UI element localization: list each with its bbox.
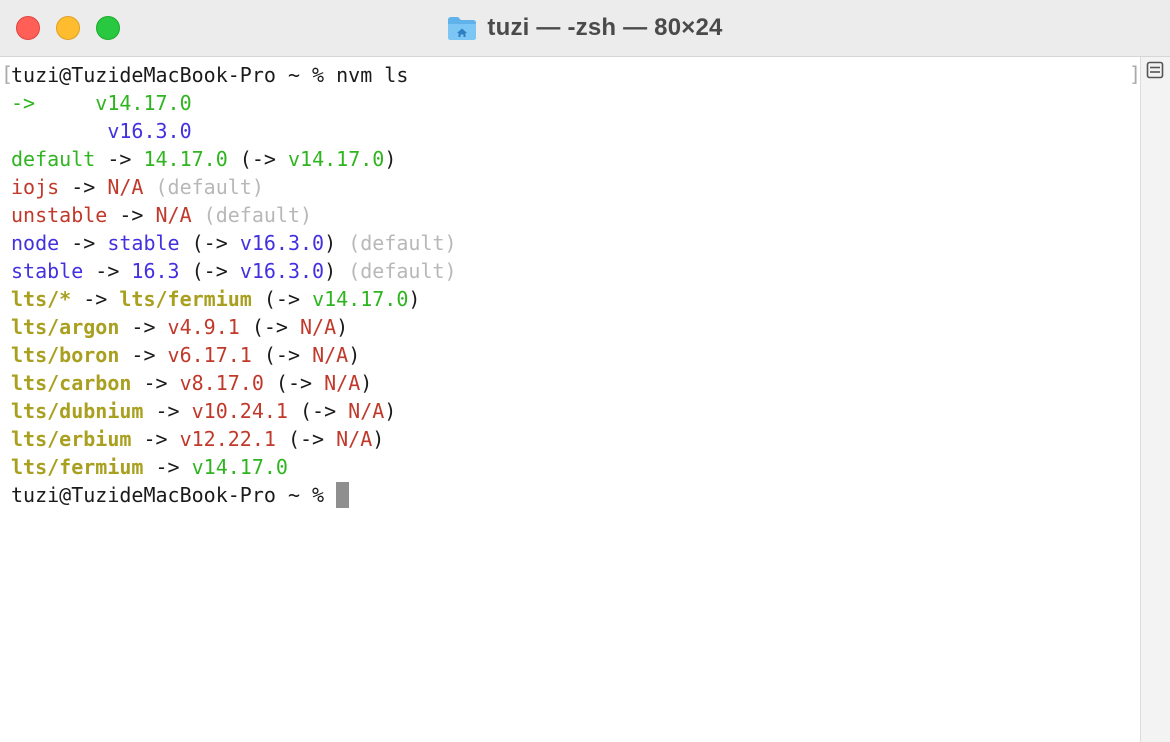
terminal-text-segment: ) [324,231,337,255]
terminal-text-segment: -> [131,427,180,451]
terminal-text-segment: -> [83,259,132,283]
prompt-line: tuzi@TuzideMacBook-Pro ~ % [11,481,457,509]
terminal-text-segment: stable [11,259,84,283]
output-line: lts/* -> lts/fermium (-> v14.17.0) [11,285,457,313]
terminal-text-segment: v16.3.0 [107,119,192,143]
terminal-text-segment: 14.17.0 [143,147,228,171]
terminal-text-segment: -> [131,371,180,395]
terminal-text-segment: ) [360,371,373,395]
output-line: lts/fermium -> v14.17.0 [11,453,457,481]
terminal-text-segment: (-> [251,343,313,367]
terminal-text-segment: iojs [11,175,60,199]
terminal-text-segment: N/A [336,427,373,451]
text-cursor [336,482,350,508]
terminal-text-segment: N/A [107,175,144,199]
terminal-text-segment: v16.3.0 [239,231,325,255]
terminal-text-segment: ) [324,259,337,283]
terminal-text-segment: -> [143,399,192,423]
terminal-text-segment: (default) [336,231,457,255]
output-line: lts/erbium -> v12.22.1 (-> N/A) [11,425,457,453]
output-line: lts/boron -> v6.17.1 (-> N/A) [11,341,457,369]
scrollbar[interactable] [1140,57,1170,742]
terminal-text-segment: v6.17.1 [167,343,252,367]
terminal-text-segment: N/A [324,371,361,395]
terminal-text-segment: ) [384,147,397,171]
terminal-text-segment: N/A [155,203,192,227]
terminal-text-segment: node [11,231,60,255]
terminal-text-segment: N/A [300,315,337,339]
terminal-text-segment: lts/erbium [11,427,132,451]
terminal-text-segment: v12.22.1 [179,427,276,451]
terminal-text-segment: -> [119,315,168,339]
prompt-line: tuzi@TuzideMacBook-Pro ~ % nvm ls [11,61,457,89]
terminal-text-segment: lts/boron [11,343,120,367]
terminal-text-segment: (-> [179,259,240,283]
terminal-text-segment: v14.17.0 [191,455,288,479]
output-line: iojs -> N/A (default) [11,173,457,201]
output-line: lts/argon -> v4.9.1 (-> N/A) [11,313,457,341]
terminal-text-segment: 16.3 [131,259,180,283]
home-folder-icon [447,15,477,41]
output-line: default -> 14.17.0 (-> v14.17.0) [11,145,457,173]
title-bar[interactable]: tuzi — -zsh — 80×24 [0,0,1170,57]
terminal-text-segment: lts/argon [11,315,120,339]
terminal-window: tuzi — -zsh — 80×24 [ ] tuzi@TuzideMacBo… [0,0,1170,742]
terminal-text-segment: -> [107,203,156,227]
terminal-text-segment: -> v14.17.0 [11,91,192,115]
terminal-text-segment: lts/* [11,287,72,311]
output-line: -> v14.17.0 [11,89,457,117]
mark-bracket-right: ] [1129,62,1142,86]
window-title-area: tuzi — -zsh — 80×24 [0,0,1170,56]
terminal-text-segment: (-> [251,287,313,311]
terminal-text-segment: -> [59,175,108,199]
terminal-text-segment: -> [95,147,144,171]
terminal-text-segment: (-> [179,231,240,255]
terminal-text-segment: (default) [191,203,313,227]
terminal-text-segment: tuzi@TuzideMacBook-Pro ~ % nvm ls [11,63,409,87]
output-line: lts/carbon -> v8.17.0 (-> N/A) [11,369,457,397]
terminal-text-segment: default [11,147,96,171]
terminal-text-segment: v14.17.0 [287,147,385,171]
terminal-text-segment: v14.17.0 [312,287,409,311]
output-line: stable -> 16.3 (-> v16.3.0) (default) [11,257,457,285]
terminal-text-segment: (-> [263,371,325,395]
terminal-text-segment: ) [348,343,361,367]
terminal-text-segment: (default) [143,175,264,199]
terminal-text-segment: (-> [275,427,337,451]
output-line: unstable -> N/A (default) [11,201,457,229]
output-line: node -> stable (-> v16.3.0) (default) [11,229,457,257]
terminal-text-segment: (-> [239,315,301,339]
terminal-text-segment: -> [59,231,108,255]
window-title: tuzi — -zsh — 80×24 [487,14,723,41]
terminal-text-segment: (-> [287,399,349,423]
output-line: v16.3.0 [11,117,457,145]
terminal-text-segment: stable [107,231,180,255]
terminal-output: tuzi@TuzideMacBook-Pro ~ % nvm ls -> v14.… [11,61,457,509]
terminal-text-segment: tuzi@TuzideMacBook-Pro ~ % [11,483,337,507]
terminal-text-segment: ) [372,427,385,451]
terminal-text-segment: ) [408,287,421,311]
terminal-text-segment: -> [143,455,192,479]
terminal-text-segment: lts/fermium [11,455,144,479]
terminal-text-segment: (-> [227,147,288,171]
terminal-text-segment: N/A [312,343,349,367]
terminal-text-segment: lts/carbon [11,371,132,395]
terminal-text-segment: N/A [348,399,385,423]
terminal-text-segment: ) [384,399,397,423]
terminal-text-segment: lts/dubnium [11,399,144,423]
terminal-text-segment: lts/fermium [119,287,252,311]
terminal-text-segment: -> [71,287,120,311]
terminal-text-segment: v8.17.0 [179,371,264,395]
split-pane-icon[interactable] [1145,60,1165,80]
terminal-text-segment: (default) [336,259,457,283]
terminal-text-segment: v4.9.1 [167,315,240,339]
terminal-text-segment: -> [119,343,168,367]
terminal-text-segment: v10.24.1 [191,399,288,423]
terminal-text-segment: v16.3.0 [239,259,325,283]
terminal-text-segment: ) [336,315,349,339]
output-line: lts/dubnium -> v10.24.1 (-> N/A) [11,397,457,425]
terminal-text-segment: unstable [11,203,108,227]
